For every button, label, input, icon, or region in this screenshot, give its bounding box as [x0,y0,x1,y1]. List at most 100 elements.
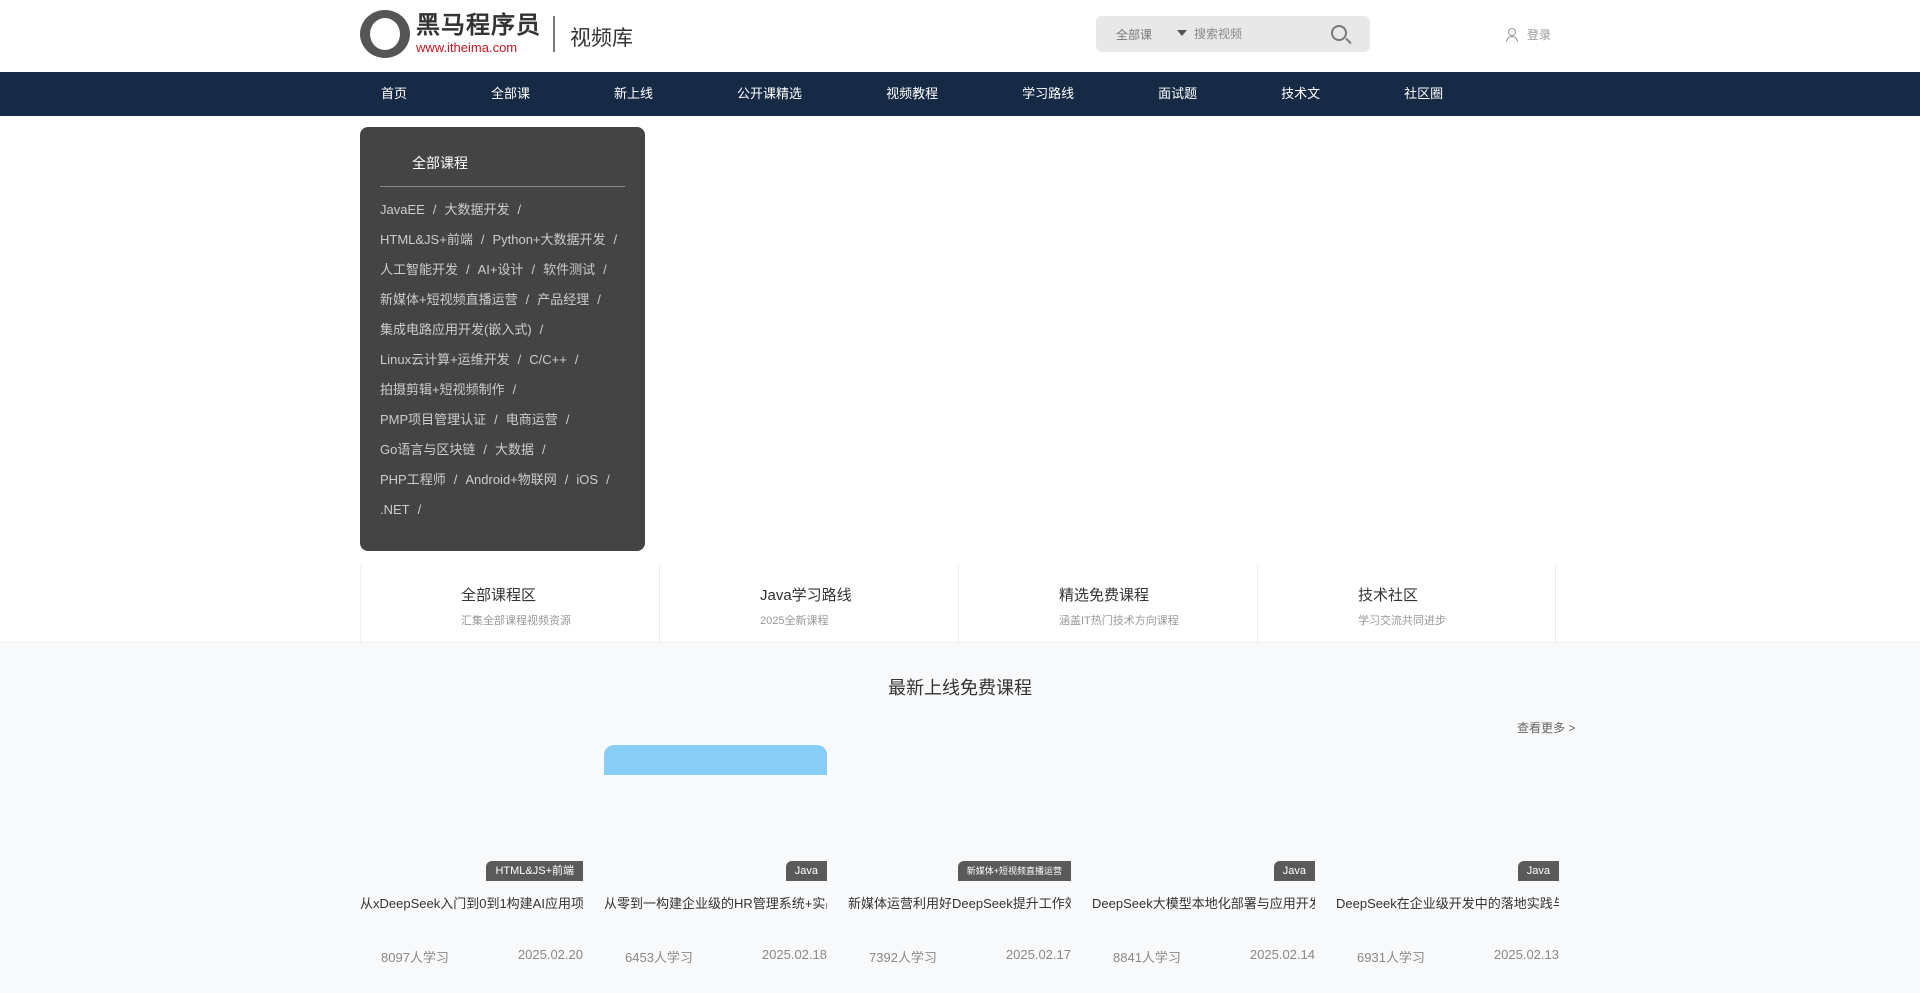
search-icon[interactable] [1328,22,1354,48]
feature-tile[interactable]: 技术社区 学习交流共同进步 [1257,566,1556,642]
course-tag: Java [785,861,827,881]
nav-items: 首页 全部课 新上线 公开课精选 视频教程 学习路线 面试题 技术文 社区圈 [360,72,1506,116]
separator: / [417,502,422,517]
recent-courses-section: 最新上线免费课程 查看更多 > HTML&JS+前端 从xDeepSeek入门到… [0,642,1920,993]
course-tag: Java [1273,861,1315,881]
user-icon [1505,27,1519,42]
category-link[interactable]: iOS / [576,465,609,495]
nav-item[interactable]: 全部课 [470,72,551,116]
category-link[interactable]: 集成电路应用开发(嵌入式) / [380,315,543,345]
feature-tiles: 全部课程区 汇集全部课程视频资源 Java学习路线 2025全新课程 精选免费课… [360,566,1557,642]
category-link[interactable]: .NET / [380,495,421,525]
course-date: 2025.02.20 [517,947,583,962]
separator: / [574,352,579,367]
nav-item[interactable]: 面试题 [1137,72,1218,116]
course-views: 6453人学习 [625,950,693,965]
site-title: 视频库 [570,27,633,50]
category-link[interactable]: 人工智能开发 / [380,255,470,285]
category-link[interactable]: AI+设计 / [478,255,536,285]
category-link-label: 大数据 [494,442,534,457]
category-link-label: iOS [576,472,599,487]
nav-item[interactable]: 新上线 [593,72,674,116]
category-link-label: Android+物联网 [465,472,557,487]
course-card[interactable]: 新媒体+短视频直播运营 新媒体运营利用好DeepSeek提升工作效率 7392人… [848,745,1071,993]
category-link-label: 电商运营 [505,412,558,427]
course-card[interactable]: HTML&JS+前端 从xDeepSeek入门到0到1构建AI应用项目 8097… [360,745,583,993]
category-link[interactable]: HTML&JS+前端 / [380,225,484,255]
separator: / [432,202,437,217]
category-link-label: HTML&JS+前端 [380,232,473,247]
course-date: 2025.02.13 [1493,947,1559,962]
feature-title: Java学习路线 [760,587,852,604]
site-logo[interactable]: 黑马程序员 www.itheima.com [360,10,541,58]
divider [380,186,625,187]
course-card[interactable]: Java 从零到一构建企业级的HR管理系统+实战课 6453人学习 2025.0… [604,745,827,993]
main-nav: 首页 全部课 新上线 公开课精选 视频教程 学习路线 面试题 技术文 社区圈 [0,72,1920,116]
separator: / [517,202,522,217]
feature-subtitle: 2025全新课程 [760,615,829,627]
feature-subtitle: 汇集全部课程视频资源 [461,615,571,627]
nav-item[interactable]: 首页 [360,72,428,116]
login-button[interactable]: 登录 [1505,26,1551,43]
category-link[interactable]: Go语言与区块链 / [380,435,487,465]
login-label: 登录 [1527,28,1552,42]
category-link[interactable]: 拍摄剪辑+短视频制作 / [380,375,516,405]
nav-item[interactable]: 公开课精选 [716,72,823,116]
category-link-label: 软件测试 [543,262,596,277]
feature-tile[interactable]: 全部课程区 汇集全部课程视频资源 [360,566,659,642]
feature-title: 全部课程区 [461,587,537,604]
separator: / [565,412,570,427]
category-link-label: Python+大数据开发 [492,232,606,247]
view-more-link[interactable]: 查看更多 > [1517,719,1575,736]
course-title: DeepSeek大模型本地化部署与应用开发 [1092,896,1315,911]
separator: / [541,442,546,457]
separator: / [483,442,487,457]
category-link-label: 大数据开发 [444,202,510,217]
search-bar: 全部课 [1096,16,1370,52]
separator: / [525,292,530,307]
category-link[interactable]: 电商运营 / [506,405,570,435]
category-link[interactable]: C/C++ / [529,345,578,375]
separator: / [517,352,522,367]
category-link[interactable]: PHP工程师 / [380,465,457,495]
search-category-select[interactable]: 全部课 [1116,26,1152,43]
category-link-label: Linux云计算+运维开发 [380,352,510,367]
feature-subtitle: 涵盖IT热门技术方向课程 [1059,615,1179,627]
separator: / [494,412,498,427]
category-link[interactable]: 新媒体+短视频直播运营 / [380,285,529,315]
nav-item[interactable]: 学习路线 [1001,72,1095,116]
category-panel-title: 全部课程 [412,155,468,171]
feature-tile[interactable]: 精选免费课程 涵盖IT热门技术方向课程 [958,566,1257,642]
course-views: 6931人学习 [1357,950,1425,965]
category-link-label: 集成电路应用开发(嵌入式) [380,322,532,337]
nav-item[interactable]: 技术文 [1260,72,1341,116]
category-link-label: 产品经理 [537,292,590,307]
category-panel: 全部课程 JavaEE / 大数据开发 / HTML&JS+前端 / Python+大数据开… [360,127,645,551]
separator: / [539,322,544,337]
search-input[interactable] [1194,23,1324,45]
category-link[interactable]: PMP项目管理认证 / [380,405,498,435]
course-card[interactable]: Java DeepSeek大模型本地化部署与应用开发 8841人学习 2025.… [1092,745,1315,993]
separator: / [606,472,610,487]
category-link[interactable]: 大数据开发 / [444,195,521,225]
category-link-label: JavaEE [380,202,425,217]
category-link[interactable]: 软件测试 / [543,255,607,285]
caret-down-icon[interactable] [1177,30,1187,36]
category-link[interactable]: Android+物联网 / [465,465,568,495]
course-views: 8097人学习 [381,950,449,965]
feature-subtitle: 学习交流共同进步 [1358,615,1446,627]
logo-text-group: 黑马程序员 www.itheima.com [416,12,541,56]
category-link[interactable]: 产品经理 / [537,285,601,315]
category-link[interactable]: Python+大数据开发 / [492,225,617,255]
category-link[interactable]: Linux云计算+运维开发 / [380,345,521,375]
category-link[interactable]: JavaEE / [380,195,436,225]
nav-item[interactable]: 社区圈 [1383,72,1464,116]
nav-item[interactable]: 视频教程 [865,72,959,116]
course-title: 从零到一构建企业级的HR管理系统+实战课 [604,896,827,911]
feature-title: 精选免费课程 [1059,587,1150,604]
feature-tile[interactable]: Java学习路线 2025全新课程 [659,566,958,642]
category-link-label: 人工智能开发 [380,262,459,277]
course-card[interactable]: Java DeepSeek在企业级开发中的落地实践与应用场景 6931人学习 2… [1336,745,1559,993]
category-link[interactable]: 大数据 / [495,435,546,465]
category-link-label: 拍摄剪辑+短视频制作 [380,382,505,397]
